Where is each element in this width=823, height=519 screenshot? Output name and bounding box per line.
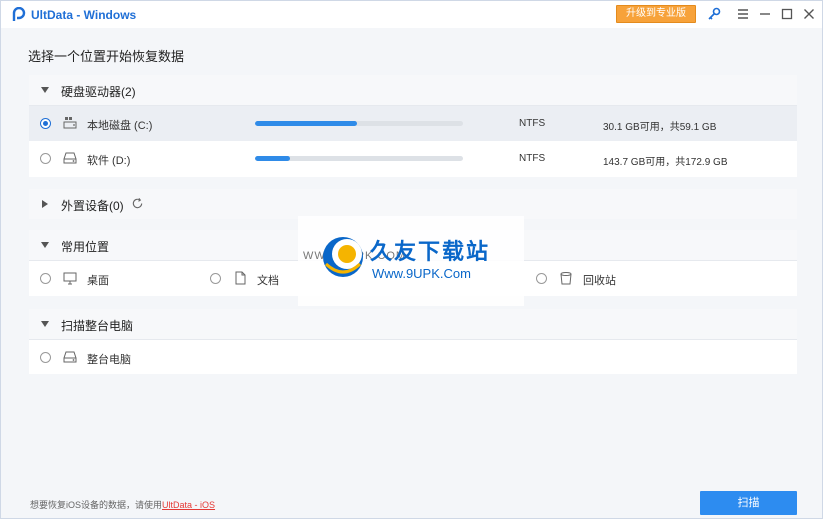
whole-computer-radio[interactable] <box>40 352 51 363</box>
title-bar: UltData - Windows 升级到专业版 <box>1 1 822 28</box>
desktop-label: 桌面 <box>87 275 109 287</box>
menu-icon[interactable] <box>735 6 751 22</box>
close-icon[interactable] <box>801 6 817 22</box>
expand-caret-icon <box>42 200 48 208</box>
desktop-icon <box>63 272 77 285</box>
maximize-icon[interactable] <box>779 6 795 22</box>
drive-d-usage-bar <box>255 156 463 161</box>
external-panel: 外置设备(0) <box>29 189 797 219</box>
drive-d-label: 软件 (D:) <box>87 155 131 167</box>
whole-computer-row[interactable]: 整台电脑 <box>29 340 797 375</box>
app-title: UltData - Windows <box>31 8 137 22</box>
document-icon <box>235 271 246 285</box>
drive-row-d[interactable]: 软件 (D:) NTFS 143.7 GB可用，共172.9 GB <box>29 141 797 176</box>
drive-row-c[interactable]: 本地磁盘 (C:) NTFS 30.1 GB可用，共59.1 GB <box>29 106 797 141</box>
collapse-caret-icon <box>41 87 49 93</box>
drive-c-radio[interactable] <box>40 118 51 129</box>
documents-radio[interactable] <box>210 273 221 284</box>
drive-c-label: 本地磁盘 (C:) <box>87 120 153 132</box>
drive-c-capacity: 30.1 GB可用，共59.1 GB <box>603 122 717 133</box>
upgrade-button[interactable]: 升级到专业版 <box>616 5 696 23</box>
footer-note-text: 想要恢复iOS设备的数据，请使用 <box>30 500 163 510</box>
watermark-title: 久友下载站 <box>370 239 491 264</box>
whole-computer-label: 整台电脑 <box>87 354 131 366</box>
minimize-icon[interactable] <box>757 6 773 22</box>
whole-section-label: 扫描整台电脑 <box>61 319 134 333</box>
drive-d-usage-fill <box>255 156 291 161</box>
drives-panel: 硬盘驱动器(2) 本地磁盘 (C:) NTFS 30.1 GB可用，共59.1 … <box>29 75 797 177</box>
refresh-icon[interactable] <box>131 197 144 210</box>
drives-section-label: 硬盘驱动器(2) <box>61 85 136 99</box>
footer-note: 想要恢复iOS设备的数据，请使用UltData - iOS <box>30 498 215 511</box>
external-section-header[interactable]: 外置设备(0) <box>29 189 797 219</box>
ultdata-ios-link[interactable]: UltData - iOS <box>162 500 215 510</box>
drives-section-header[interactable]: 硬盘驱动器(2) <box>29 75 797 106</box>
scan-button[interactable]: 扫描 <box>700 491 797 515</box>
whole-computer-panel: 扫描整台电脑 整台电脑 <box>29 309 797 374</box>
watermark: WWW.9UPK.COM 久友下载站 Www.9UPK.Com <box>298 216 524 306</box>
key-icon[interactable] <box>706 6 722 22</box>
windows-drive-icon <box>63 117 77 129</box>
drive-c-filesystem: NTFS <box>519 118 546 129</box>
whole-section-header[interactable]: 扫描整台电脑 <box>29 309 797 340</box>
external-section-label: 外置设备(0) <box>61 199 124 213</box>
drive-c-usage-bar <box>255 121 463 126</box>
drive-d-radio[interactable] <box>40 153 51 164</box>
desktop-radio[interactable] <box>40 273 51 284</box>
collapse-caret-icon <box>41 242 49 248</box>
drive-icon <box>63 351 77 363</box>
drive-d-filesystem: NTFS <box>519 153 546 164</box>
recycle-bin-label: 回收站 <box>583 275 616 287</box>
recycle-bin-radio[interactable] <box>536 273 547 284</box>
drive-icon <box>63 152 77 164</box>
watermark-logo-icon <box>323 237 363 277</box>
recycle-bin-icon <box>560 272 572 285</box>
collapse-caret-icon <box>41 321 49 327</box>
drive-d-capacity: 143.7 GB可用，共172.9 GB <box>603 157 728 168</box>
documents-label: 文档 <box>257 275 279 287</box>
page-heading: 选择一个位置开始恢复数据 <box>28 49 185 64</box>
common-section-label: 常用位置 <box>61 240 110 254</box>
watermark-url: Www.9UPK.Com <box>372 266 471 281</box>
drive-c-usage-fill <box>255 121 357 126</box>
ultdata-logo-icon <box>12 7 26 21</box>
footer: 想要恢复iOS设备的数据，请使用UltData - iOS 扫描 <box>1 482 822 518</box>
